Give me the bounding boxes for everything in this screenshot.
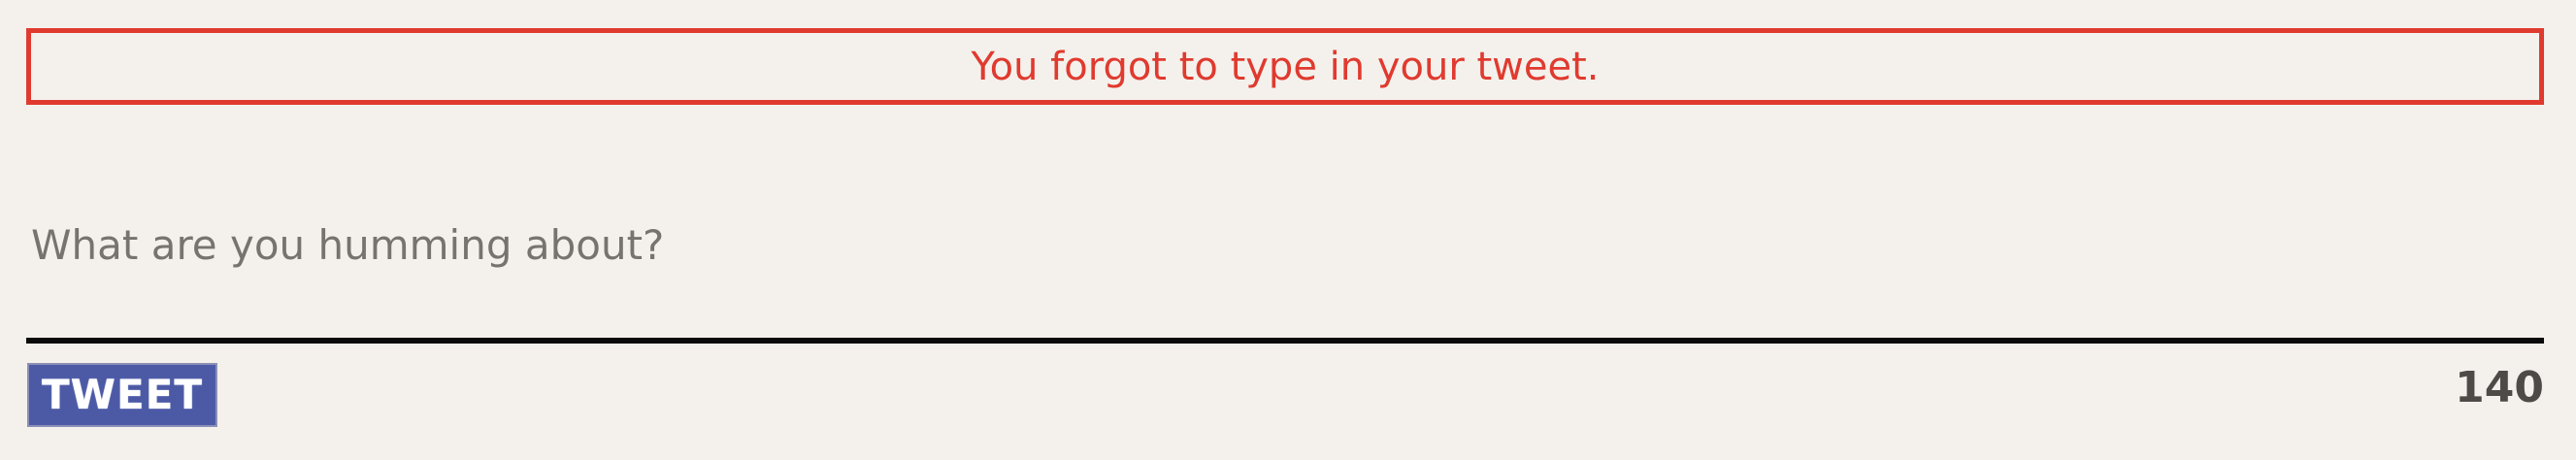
composer-divider — [26, 338, 2544, 344]
tweet-button[interactable]: TWEET — [27, 363, 217, 427]
tweet-input[interactable] — [26, 206, 2544, 283]
tweet-button-label: TWEET — [41, 371, 203, 418]
error-message: You forgot to type in your tweet. — [971, 44, 1600, 89]
character-counter: 140 — [2455, 363, 2544, 412]
error-alert: You forgot to type in your tweet. — [26, 28, 2544, 105]
